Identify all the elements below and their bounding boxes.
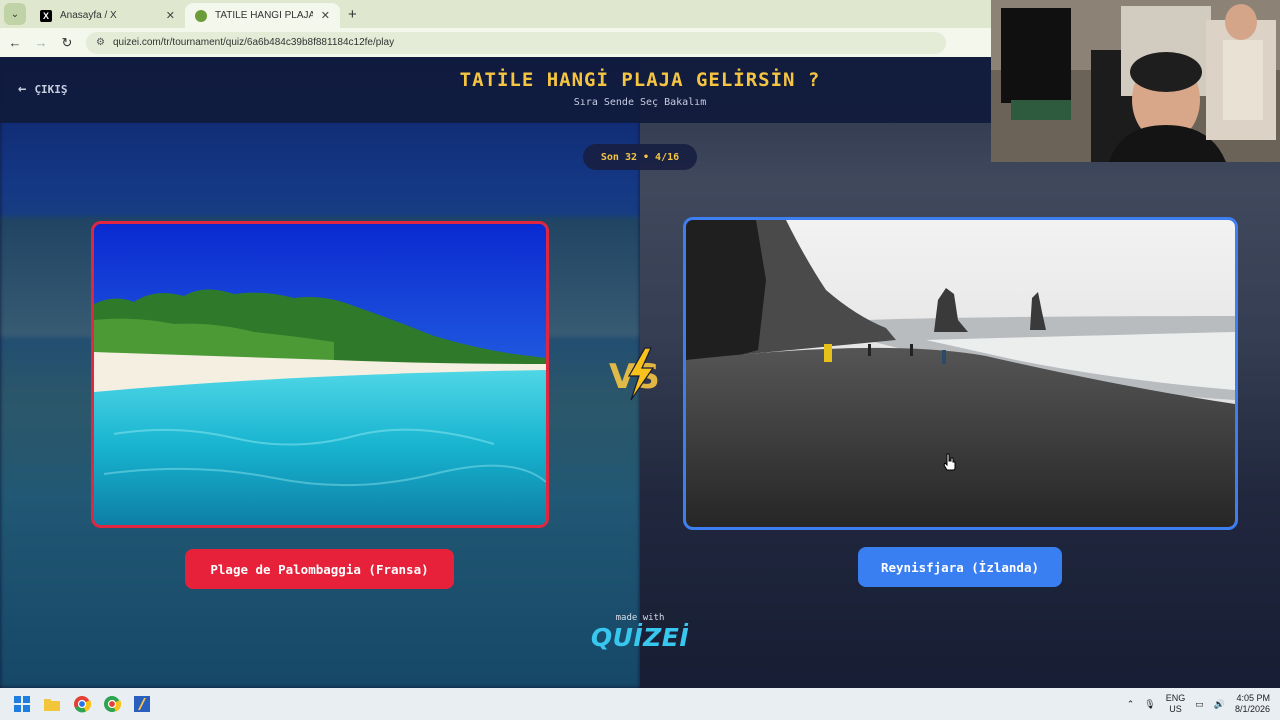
time-label: 4:05 PM xyxy=(1236,693,1270,703)
volume-icon[interactable]: 🔊 xyxy=(1214,699,1225,710)
x-logo-icon: X xyxy=(40,9,52,22)
site-info-icon[interactable]: ⚙ xyxy=(96,37,105,48)
tropical-beach-image xyxy=(94,224,546,525)
tab-anasayfa[interactable]: X Anasayfa / X ✕ xyxy=(30,3,185,28)
webcam-overlay xyxy=(991,0,1280,162)
option-card-right[interactable] xyxy=(683,217,1238,530)
black-sand-beach-image xyxy=(686,220,1235,527)
app-icon[interactable] xyxy=(128,690,156,718)
webcam-feed-image xyxy=(991,0,1280,162)
option-card-left[interactable] xyxy=(91,221,549,528)
chrome-profile-icon[interactable] xyxy=(98,690,126,718)
language-label: ENG xyxy=(1165,693,1186,703)
vs-lightning-icon: VS xyxy=(609,347,660,401)
round-badge: Son 32 • 4/16 xyxy=(583,144,697,170)
back-icon[interactable]: ← xyxy=(4,35,26,50)
network-icon[interactable]: ▭ xyxy=(1195,699,1204,710)
microphone-icon[interactable]: 🎙 xyxy=(1144,699,1155,710)
url-text: quizei.com/tr/tournament/quiz/6a6b484c39… xyxy=(112,37,395,48)
forward-icon[interactable]: → xyxy=(30,35,52,50)
region-label: US xyxy=(1169,704,1182,714)
hand-cursor-icon xyxy=(943,453,956,471)
quizei-favicon-icon xyxy=(195,9,207,22)
close-icon[interactable]: ✕ xyxy=(166,9,175,22)
windows-taskbar: ⌃ 🎙 ENG US ▭ 🔊 4:05 PM 8/1/2026 xyxy=(0,688,1280,720)
option-left-button[interactable]: Plage de Palombaggia (Fransa) xyxy=(185,549,454,589)
chrome-icon[interactable] xyxy=(68,690,96,718)
windows-start-icon[interactable] xyxy=(8,690,36,718)
file-explorer-icon[interactable] xyxy=(38,690,66,718)
tab-title: Anasayfa / X xyxy=(60,10,117,21)
close-icon[interactable]: ✕ xyxy=(321,9,330,22)
system-tray: ⌃ 🎙 ENG US ▭ 🔊 4:05 PM 8/1/2026 xyxy=(1127,688,1270,720)
chevron-up-icon[interactable]: ⌃ xyxy=(1127,699,1135,710)
tab-search-button[interactable]: ⌄ xyxy=(4,3,26,25)
chevron-down-icon: ⌄ xyxy=(10,8,20,20)
tab-quiz[interactable]: TATİLE HANGİ PLAJA GELİRSİN ✕ xyxy=(185,3,340,28)
option-right-button[interactable]: Reynisfjara (İzlanda) xyxy=(858,547,1062,587)
made-with-text: made with xyxy=(615,613,665,623)
quizei-logo[interactable]: QUİZEİ xyxy=(590,623,690,652)
language-indicator[interactable]: ENG US xyxy=(1166,693,1186,715)
date-label: 8/1/2026 xyxy=(1234,704,1270,714)
clock[interactable]: 4:05 PM 8/1/2026 xyxy=(1235,693,1270,715)
new-tab-button[interactable]: + xyxy=(348,6,357,23)
url-field[interactable]: ⚙ quizei.com/tr/tournament/quiz/6a6b484c… xyxy=(86,31,946,54)
tab-title: TATİLE HANGİ PLAJA GELİRSİN xyxy=(215,10,313,21)
reload-icon[interactable]: ↻ xyxy=(56,35,78,51)
